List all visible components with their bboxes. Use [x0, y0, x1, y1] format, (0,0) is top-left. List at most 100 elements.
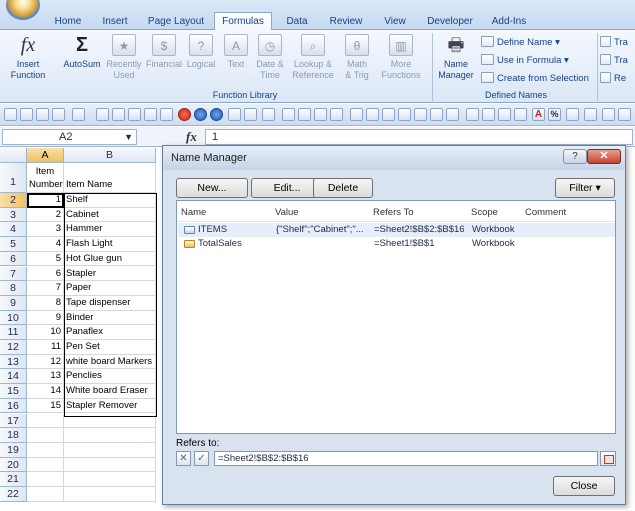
delete-button[interactable]: Delete	[313, 178, 373, 198]
grid-icon[interactable]	[244, 108, 257, 121]
item-name-cell[interactable]: White board Eraser	[64, 384, 156, 399]
row-header[interactable]: 10	[0, 310, 27, 326]
item-name-cell[interactable]: Pen Set	[64, 340, 156, 355]
item-name-cell[interactable]: Hammer	[64, 222, 156, 238]
undo-icon[interactable]	[36, 108, 49, 121]
row-header[interactable]: 11	[0, 325, 27, 340]
name-box[interactable]: A2 ▼	[2, 129, 137, 145]
use-in-formula-button[interactable]: Use in Formula ▾	[481, 54, 569, 68]
fill-color-icon[interactable]	[514, 108, 527, 121]
empty-cell[interactable]	[64, 442, 156, 458]
tab-review[interactable]: Review	[326, 14, 366, 30]
list-header-comment[interactable]: Comment	[525, 207, 566, 218]
office-button[interactable]	[6, 0, 40, 20]
range-picker-icon[interactable]	[600, 451, 616, 466]
logical-button[interactable]: ? Logical	[184, 34, 218, 70]
toolbar-icon[interactable]	[4, 108, 17, 121]
record-icon[interactable]	[194, 108, 207, 121]
item-name-cell[interactable]: Tape dispenser	[64, 295, 156, 311]
empty-cell[interactable]	[27, 472, 64, 487]
chevron-down-icon[interactable]: ▼	[124, 130, 133, 144]
stop-icon[interactable]	[178, 108, 191, 121]
text-box-icon[interactable]	[228, 108, 241, 121]
item-number-cell[interactable]: 4	[27, 237, 64, 252]
header-cell-item-number[interactable]: Item Number	[27, 163, 64, 193]
refers-to-input[interactable]: =Sheet2!$B$2:$B$16	[214, 451, 598, 466]
names-list[interactable]: Name Value Refers To Scope Comment ITEMS…	[176, 200, 616, 434]
item-name-cell[interactable]: Stapler Remover	[64, 398, 156, 414]
item-number-cell[interactable]: 2	[27, 207, 64, 223]
item-number-cell[interactable]: 8	[27, 295, 64, 311]
empty-cell[interactable]	[27, 487, 64, 502]
insert-function-icon[interactable]: fx	[186, 129, 197, 145]
cut-icon[interactable]	[282, 108, 295, 121]
item-number-cell[interactable]: 3	[27, 222, 64, 238]
insert-function-button[interactable]: fx Insert Function	[8, 34, 48, 81]
insert-rows-icon[interactable]	[350, 108, 363, 121]
empty-cell[interactable]	[64, 457, 156, 473]
close-icon[interactable]: ✕	[587, 149, 621, 164]
item-name-cell[interactable]: Cabinet	[64, 207, 156, 223]
empty-cell[interactable]	[64, 487, 156, 502]
new-icon[interactable]	[20, 108, 33, 121]
align-right-icon[interactable]	[602, 108, 615, 121]
empty-cell[interactable]	[27, 413, 64, 429]
item-number-cell[interactable]: 15	[27, 398, 64, 414]
remove-arrows-button[interactable]: Re	[600, 72, 626, 86]
row-header[interactable]: 2	[0, 193, 27, 208]
row-header[interactable]: 18	[0, 428, 27, 443]
filter-icon[interactable]	[430, 108, 443, 121]
row-header[interactable]: 14	[0, 369, 27, 385]
font-color-icon[interactable]: A	[532, 108, 545, 121]
item-name-cell[interactable]: Paper	[64, 281, 156, 296]
info-icon[interactable]	[210, 108, 223, 121]
save-icon[interactable]	[112, 108, 125, 121]
lookup-reference-button[interactable]: ⌕ Lookup & Reference	[289, 34, 337, 81]
list-item[interactable]: TotalSales =Sheet1!$B$1 Workbook	[178, 237, 615, 251]
empty-cell[interactable]	[27, 442, 64, 458]
tab-developer[interactable]: Developer	[425, 14, 475, 30]
table-icon[interactable]	[482, 108, 495, 121]
item-number-cell[interactable]: 6	[27, 266, 64, 282]
item-number-cell[interactable]: 1	[27, 193, 64, 208]
check-icon[interactable]: ✓	[194, 451, 209, 466]
item-number-cell[interactable]: 14	[27, 384, 64, 399]
select-all-corner[interactable]	[0, 148, 27, 163]
row-header[interactable]: 13	[0, 354, 27, 370]
item-name-cell[interactable]: Flash Light	[64, 237, 156, 252]
recently-used-button[interactable]: ★ Recently Used	[104, 34, 144, 81]
empty-cell[interactable]	[64, 472, 156, 487]
empty-cell[interactable]	[27, 428, 64, 443]
cancel-icon[interactable]: ✕	[176, 451, 191, 466]
item-name-cell[interactable]: Panaflex	[64, 325, 156, 340]
row-header[interactable]: 5	[0, 237, 27, 252]
align-icon[interactable]	[566, 108, 579, 121]
item-number-cell[interactable]: 12	[27, 354, 64, 370]
delete-rows-icon[interactable]	[382, 108, 395, 121]
merge-icon[interactable]	[466, 108, 479, 121]
date-time-button[interactable]: ◷ Date & Time	[252, 34, 288, 81]
insert-cols-icon[interactable]	[366, 108, 379, 121]
row-header[interactable]: 8	[0, 281, 27, 296]
tab-data[interactable]: Data	[282, 14, 312, 30]
copy-icon[interactable]	[298, 108, 311, 121]
row-header[interactable]: 12	[0, 340, 27, 355]
item-number-cell[interactable]: 13	[27, 369, 64, 385]
item-number-cell[interactable]: 10	[27, 325, 64, 340]
row-header[interactable]: 3	[0, 207, 27, 223]
financial-button[interactable]: $ Financial	[144, 34, 184, 70]
item-name-cell[interactable]: Hot Glue gun	[64, 251, 156, 267]
empty-cell[interactable]	[27, 457, 64, 473]
row-header[interactable]: 15	[0, 384, 27, 399]
list-header-scope[interactable]: Scope	[471, 207, 498, 218]
list-header-value[interactable]: Value	[275, 207, 299, 218]
row-header[interactable]: 22	[0, 487, 27, 502]
tab-add-ins[interactable]: Add-Ins	[489, 14, 529, 30]
row-header[interactable]: 4	[0, 222, 27, 238]
item-name-cell[interactable]: Penclies	[64, 369, 156, 385]
item-number-cell[interactable]: 9	[27, 310, 64, 326]
item-number-cell[interactable]: 11	[27, 340, 64, 355]
define-name-button[interactable]: Define Name ▾	[481, 36, 560, 50]
row-header[interactable]: 17	[0, 413, 27, 429]
help-button[interactable]: ?	[563, 149, 587, 164]
